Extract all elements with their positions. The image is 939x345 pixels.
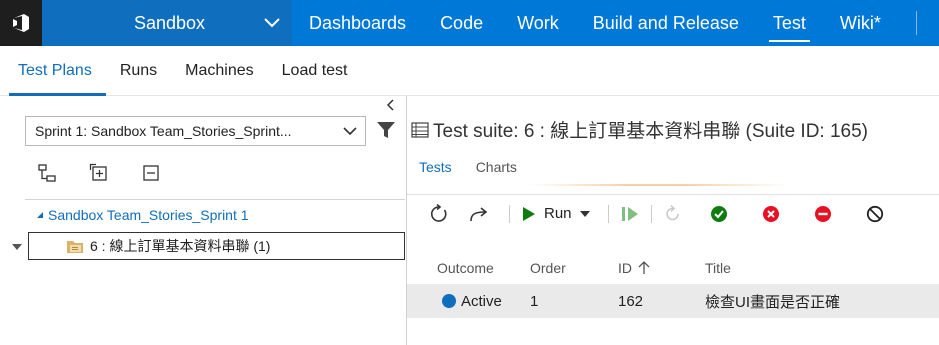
tab-test-plans[interactable]: Test Plans [4, 46, 106, 96]
sort-ascending-icon [638, 261, 650, 274]
block-test-icon[interactable] [814, 199, 832, 229]
hub-label: Work [517, 12, 559, 33]
tests-grid-header: Outcome Order ID Title [407, 254, 939, 282]
order-cell: 1 [530, 292, 539, 310]
tab-machines[interactable]: Machines [171, 46, 267, 95]
outcome-value: Active [461, 292, 502, 310]
column-header-id[interactable]: ID [618, 260, 705, 276]
tree-suite-node[interactable]: 6 : 線上訂單基本資料串聯 (1) [28, 232, 405, 260]
tree-suite-label: 6 : 線上訂單基本資料串聯 (1) [90, 238, 271, 254]
tab-tests[interactable]: Tests [407, 154, 464, 184]
run-button[interactable]: Run [522, 199, 590, 229]
column-header-order[interactable]: Order [530, 260, 618, 276]
expand-all-icon[interactable] [88, 162, 110, 184]
tests-toolbar: Run [407, 194, 939, 232]
run-dropdown-icon [579, 210, 590, 217]
run-label: Run [544, 205, 572, 222]
toolbar-separator [650, 204, 652, 223]
suite-title: Test suite: 6 : 線上訂單基本資料串聯 (Suite ID: 16… [411, 116, 868, 143]
play-icon [523, 206, 535, 221]
pass-test-icon[interactable] [710, 199, 728, 229]
test-plan-selector[interactable]: Sprint 1: Sandbox Team_Stories_Sprint... [25, 116, 366, 146]
tree-expand-arrow-icon[interactable] [12, 244, 22, 250]
tree-root-label: Sandbox Team_Stories_Sprint 1 [48, 207, 249, 223]
tab-charts[interactable]: Charts [464, 154, 529, 184]
static-suite-folder-icon [66, 238, 84, 254]
tab-underline-accent [527, 184, 787, 186]
table-row[interactable]: Active 1 162 檢查UI畫面是否正確 [407, 284, 939, 318]
tab-label: Machines [185, 61, 254, 79]
new-suite-icon[interactable] [36, 162, 58, 184]
tab-label: Runs [119, 61, 158, 79]
vsts-logo[interactable] [0, 0, 42, 46]
test-sub-navigation: Test Plans Runs Machines Load test [0, 46, 939, 96]
hub-build-and-release[interactable]: Build and Release [576, 0, 756, 46]
active-status-dot-icon [442, 294, 456, 308]
tree-toolbar [36, 162, 162, 184]
fail-test-icon[interactable] [762, 199, 780, 229]
tree-root-node[interactable]: Sandbox Team_Stories_Sprint 1 [36, 207, 249, 223]
hub-label: Test [772, 12, 806, 33]
tab-label: Test Plans [18, 61, 92, 79]
hub-divider [915, 11, 917, 35]
tree-divider [25, 199, 405, 200]
suite-grid-icon [411, 121, 429, 138]
test-plan-tree-pane: Sprint 1: Sandbox Team_Stories_Sprint...… [0, 96, 406, 345]
outcome-cell: Active [407, 293, 530, 310]
collapse-pane-icon[interactable] [386, 98, 394, 114]
tab-label: Tests [419, 159, 452, 175]
suite-title-text: Test suite: 6 : 線上訂單基本資料串聯 (Suite ID: 16… [433, 121, 868, 142]
hub-work[interactable]: Work [500, 0, 576, 46]
suite-tabs: Tests Charts [407, 154, 939, 184]
chevron-down-icon [264, 18, 280, 28]
toolbar-separator [509, 204, 510, 223]
tab-label: Charts [475, 159, 517, 175]
open-in-new-icon[interactable] [469, 199, 489, 229]
hub-code[interactable]: Code [423, 0, 500, 46]
refresh-icon[interactable] [429, 199, 449, 229]
hub-wiki[interactable]: Wiki* [823, 0, 898, 46]
toolbar-separator [607, 204, 609, 223]
expanded-triangle-icon [37, 212, 43, 218]
tab-load-test[interactable]: Load test [268, 46, 362, 95]
not-applicable-icon[interactable] [866, 199, 884, 229]
top-navigation-bar: Sandbox Dashboards Code Work Build and R… [0, 0, 939, 46]
filter-icon[interactable] [376, 121, 396, 144]
column-header-title[interactable]: Title [705, 260, 939, 276]
hub-test[interactable]: Test [756, 0, 823, 46]
resume-run-icon[interactable] [621, 199, 639, 229]
title-cell: 檢查UI畫面是否正確 [705, 293, 841, 311]
collapse-all-icon[interactable] [140, 162, 162, 184]
vsts-logo-icon [13, 14, 29, 32]
hub-label: Wiki* [839, 12, 881, 33]
project-selector[interactable]: Sandbox [42, 0, 292, 46]
column-header-id-label: ID [618, 260, 632, 276]
hub-dashboards[interactable]: Dashboards [292, 0, 423, 46]
hub-label: Build and Release [592, 12, 739, 33]
column-header-outcome[interactable]: Outcome [407, 260, 530, 276]
chevron-down-icon [335, 126, 365, 136]
hub-label: Dashboards [309, 12, 407, 33]
tab-label: Load test [281, 61, 348, 79]
tab-runs[interactable]: Runs [106, 46, 171, 95]
project-name: Sandbox [134, 12, 206, 33]
id-cell: 162 [618, 292, 644, 310]
test-suite-pane: Test suite: 6 : 線上訂單基本資料串聯 (Suite ID: 16… [407, 96, 939, 345]
hub-label: Code [440, 12, 484, 33]
reset-to-active-icon [664, 199, 682, 229]
test-plan-selector-value: Sprint 1: Sandbox Team_Stories_Sprint... [35, 123, 292, 139]
